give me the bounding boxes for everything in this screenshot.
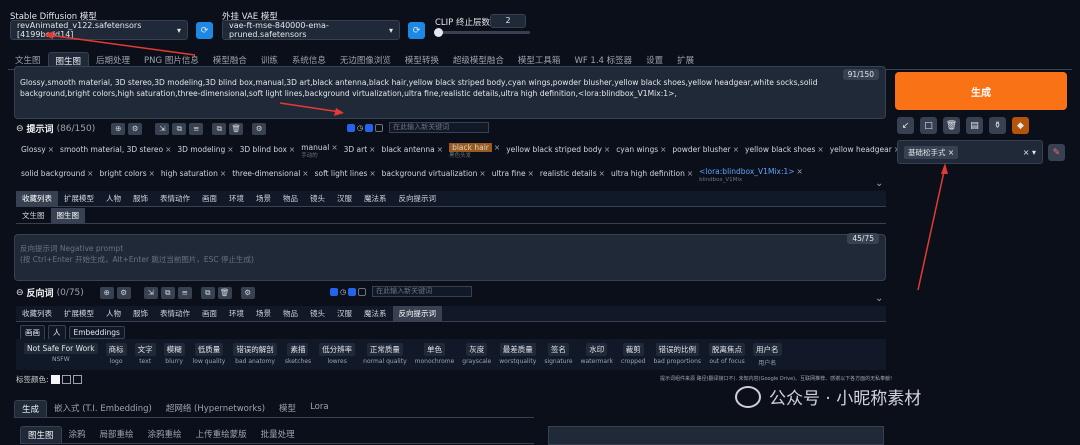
- watermark: 公众号 · 小昵称素材: [735, 384, 921, 409]
- watermark-text: 公众号 · 小昵称素材: [769, 389, 922, 409]
- wechat-icon: [735, 385, 761, 408]
- annotation-arrows: [44, 31, 948, 291]
